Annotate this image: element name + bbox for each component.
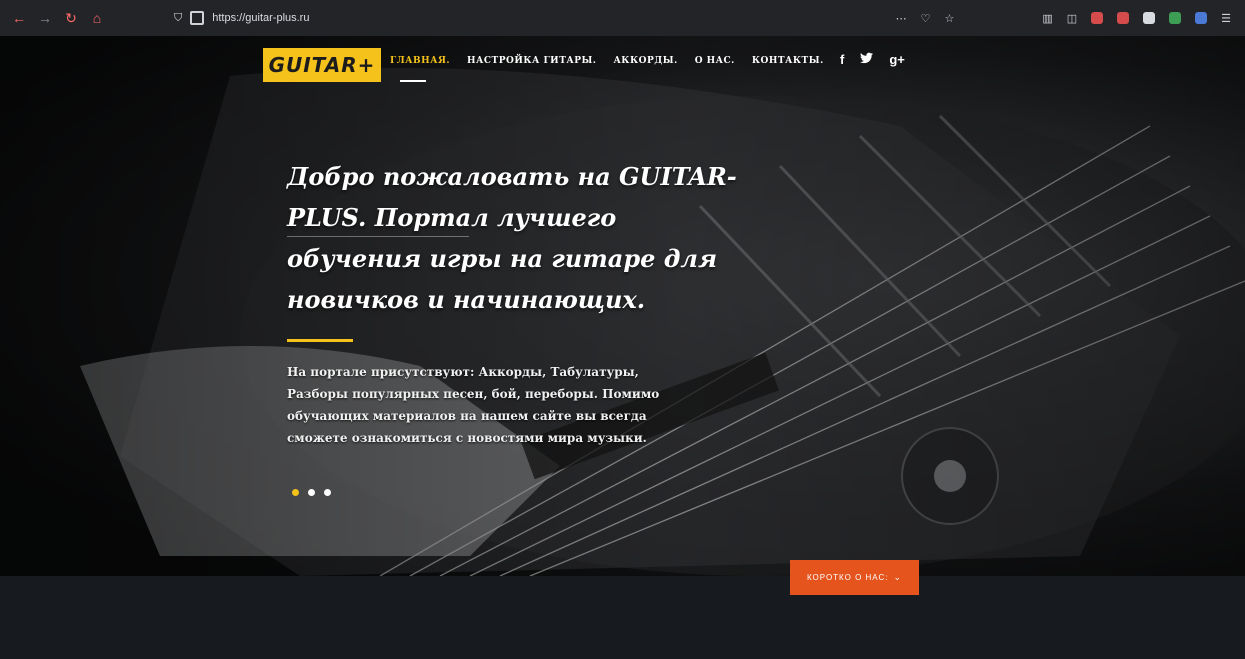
hero-headline: Добро пожаловать на GUITAR-PLUS. Портал …	[287, 162, 737, 314]
extension-icon[interactable]	[1169, 12, 1182, 24]
logo-text: GUITAR+	[268, 53, 376, 77]
social-links: f g+	[840, 52, 905, 67]
twitter-icon[interactable]	[860, 52, 874, 67]
facebook-icon[interactable]: f	[840, 52, 844, 67]
home-icon[interactable]: ⌂	[90, 10, 104, 26]
extension-icon[interactable]	[1195, 12, 1208, 24]
nav-contacts[interactable]: КОНТАКТЫ.	[752, 56, 824, 66]
lock-icon	[190, 11, 205, 25]
shield-icon: ⛉	[174, 11, 183, 24]
browser-toolbar: ← → ↻ ⌂ ⛉ https://guitar-plus.ru ⋯ ♡ ☆ ▥…	[0, 0, 1245, 36]
content-band	[0, 576, 1245, 659]
sidebar-icon[interactable]: ◫	[1067, 12, 1077, 25]
browser-actions: ⋯ ♡ ☆ ▥ ◫ ☰	[896, 12, 1231, 25]
about-us-button[interactable]: КОРОТКО О НАС: ⌄	[790, 560, 919, 595]
library-icon[interactable]: ▥	[1042, 12, 1052, 25]
more-icon[interactable]: ⋯	[896, 12, 907, 25]
accent-divider	[287, 339, 353, 342]
reload-icon[interactable]: ↻	[64, 10, 78, 27]
hero-section: GUITAR+ ГЛАВНАЯ. НАСТРОЙКА ГИТАРЫ. АККОР…	[0, 36, 1245, 576]
bookmark-star-icon[interactable]: ☆	[944, 12, 954, 25]
nav-home[interactable]: ГЛАВНАЯ.	[390, 56, 450, 66]
extension-icon[interactable]	[1143, 12, 1156, 24]
chevron-down-icon: ⌄	[893, 572, 902, 582]
active-nav-indicator	[400, 80, 426, 82]
slider-dot[interactable]	[292, 489, 299, 496]
google-plus-icon[interactable]: g+	[889, 52, 905, 67]
site-logo[interactable]: GUITAR+	[263, 48, 381, 82]
extension-icon[interactable]	[1091, 12, 1104, 24]
divider	[287, 236, 469, 237]
about-us-label: КОРОТКО О НАС:	[806, 573, 889, 582]
hero-description: На портале присутствуют: Аккорды, Табула…	[287, 365, 660, 445]
browser-nav: ← → ↻ ⌂	[12, 10, 104, 27]
main-nav: ГЛАВНАЯ. НАСТРОЙКА ГИТАРЫ. АККОРДЫ. О НА…	[390, 56, 824, 66]
slider-dot[interactable]	[324, 489, 331, 496]
slider-pagination	[292, 489, 331, 496]
url-text[interactable]: https://guitar-plus.ru	[212, 12, 309, 24]
address-bar[interactable]: ⛉ https://guitar-plus.ru	[174, 11, 309, 25]
menu-icon[interactable]: ☰	[1221, 12, 1231, 25]
back-icon[interactable]: ←	[12, 10, 26, 26]
extension-icon[interactable]	[1117, 12, 1130, 24]
nav-chords[interactable]: АККОРДЫ.	[613, 56, 677, 66]
pocket-icon[interactable]: ♡	[921, 12, 931, 25]
nav-about[interactable]: О НАС.	[695, 56, 735, 66]
forward-icon[interactable]: →	[38, 10, 52, 26]
nav-guitar-tuning[interactable]: НАСТРОЙКА ГИТАРЫ.	[467, 56, 596, 66]
slider-dot[interactable]	[308, 489, 315, 496]
